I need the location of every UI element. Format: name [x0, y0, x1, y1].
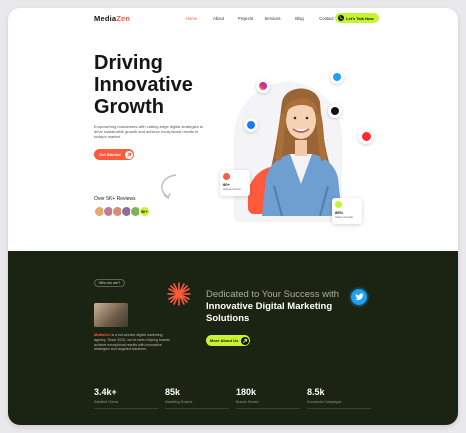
- stat-label: Satisfied Clients: [94, 400, 119, 404]
- more-about-us-label: More About Us: [210, 338, 239, 343]
- hero-title: Driving Innovative Growth: [94, 52, 193, 118]
- stat-label: Brands Served: [236, 400, 259, 404]
- top-nav: MediaZen Home About Projects Services Bl…: [8, 8, 458, 30]
- stat-label: Marketing Experts: [165, 400, 193, 404]
- page-frame: MediaZen Home About Projects Services Bl…: [8, 8, 458, 425]
- stat-divider: [307, 408, 371, 409]
- about-brand: MediaZen: [94, 333, 111, 337]
- more-about-us-button[interactable]: More About Us: [206, 335, 250, 346]
- about-section: Who we are? MediaZen is a full-service d…: [8, 251, 458, 425]
- nav-links: Home About Projects Services Blog Contac…: [178, 16, 340, 21]
- curved-arrow-icon: [161, 174, 177, 200]
- talk-now-button[interactable]: Let's Talk Now: [335, 13, 379, 23]
- hero-person-image: [262, 88, 342, 216]
- arrow-icon: [240, 336, 249, 345]
- team-image: [94, 303, 128, 327]
- reviews-count-badge: 5K+: [139, 206, 150, 217]
- stat-item: 8.5k Successful Campaigns: [307, 387, 378, 409]
- award-card: 80+ Award winner: [220, 170, 250, 196]
- reviews-label: Over 5K+ Reviews: [94, 196, 136, 202]
- nav-link-projects[interactable]: Projects: [232, 16, 259, 21]
- arrow-icon: [124, 150, 133, 159]
- facebook-icon[interactable]: [244, 118, 258, 132]
- growth-card: 85% Sales Growth: [332, 198, 362, 224]
- stat-value: 85k: [165, 387, 181, 397]
- headline-strong: Innovative Digital Marketing Solutions: [206, 301, 333, 324]
- award-card-label: Award winner: [223, 187, 242, 191]
- youtube-icon[interactable]: [358, 128, 374, 144]
- review-avatars: 5K+: [94, 206, 150, 217]
- about-text: MediaZen is a full-service digital marke…: [94, 333, 174, 352]
- nav-link-home[interactable]: Home: [178, 16, 205, 21]
- stat-value: 180k: [236, 387, 257, 397]
- get-started-button[interactable]: Get Started: [94, 149, 134, 160]
- nav-link-blog[interactable]: Blog: [286, 16, 313, 21]
- headline-light: Dedicated to Your Success with: [206, 289, 340, 300]
- dedicated-headline: Dedicated to Your Success with Innovativ…: [206, 289, 346, 325]
- stat-divider: [236, 408, 300, 409]
- logo-main: Media: [94, 14, 117, 23]
- stat-divider: [165, 408, 229, 409]
- sunburst-icon: [167, 282, 191, 306]
- logo[interactable]: MediaZen: [94, 14, 130, 23]
- phone-icon: [338, 15, 344, 21]
- growth-icon: [335, 201, 342, 208]
- instagram-icon[interactable]: [256, 79, 270, 93]
- tiktok-icon[interactable]: [328, 104, 342, 118]
- stat-divider: [94, 408, 158, 409]
- stat-item: 3.4k+ Satisfied Clients: [94, 387, 165, 409]
- nav-link-services[interactable]: Services: [259, 16, 286, 21]
- talk-now-label: Let's Talk Now: [346, 15, 374, 21]
- who-we-are-pill: Who we are?: [94, 279, 126, 287]
- stat-item: 85k Marketing Experts: [165, 387, 236, 409]
- growth-card-label: Sales Growth: [335, 215, 354, 219]
- twitter-icon[interactable]: [330, 70, 344, 84]
- get-started-label: Get Started: [99, 152, 121, 157]
- hero-description: Empowering businesses with cutting-edge …: [94, 124, 204, 139]
- stat-value: 8.5k: [307, 387, 325, 397]
- award-icon: [223, 173, 230, 180]
- nav-link-about[interactable]: About: [205, 16, 232, 21]
- stat-item: 180k Brands Served: [236, 387, 307, 409]
- stat-value: 3.4k+: [94, 387, 117, 397]
- stat-label: Successful Campaigns: [307, 400, 342, 404]
- logo-accent: Zen: [116, 14, 131, 23]
- twitter-bubble-icon[interactable]: [351, 289, 367, 305]
- stats-row: 3.4k+ Satisfied Clients 85k Marketing Ex…: [94, 387, 378, 409]
